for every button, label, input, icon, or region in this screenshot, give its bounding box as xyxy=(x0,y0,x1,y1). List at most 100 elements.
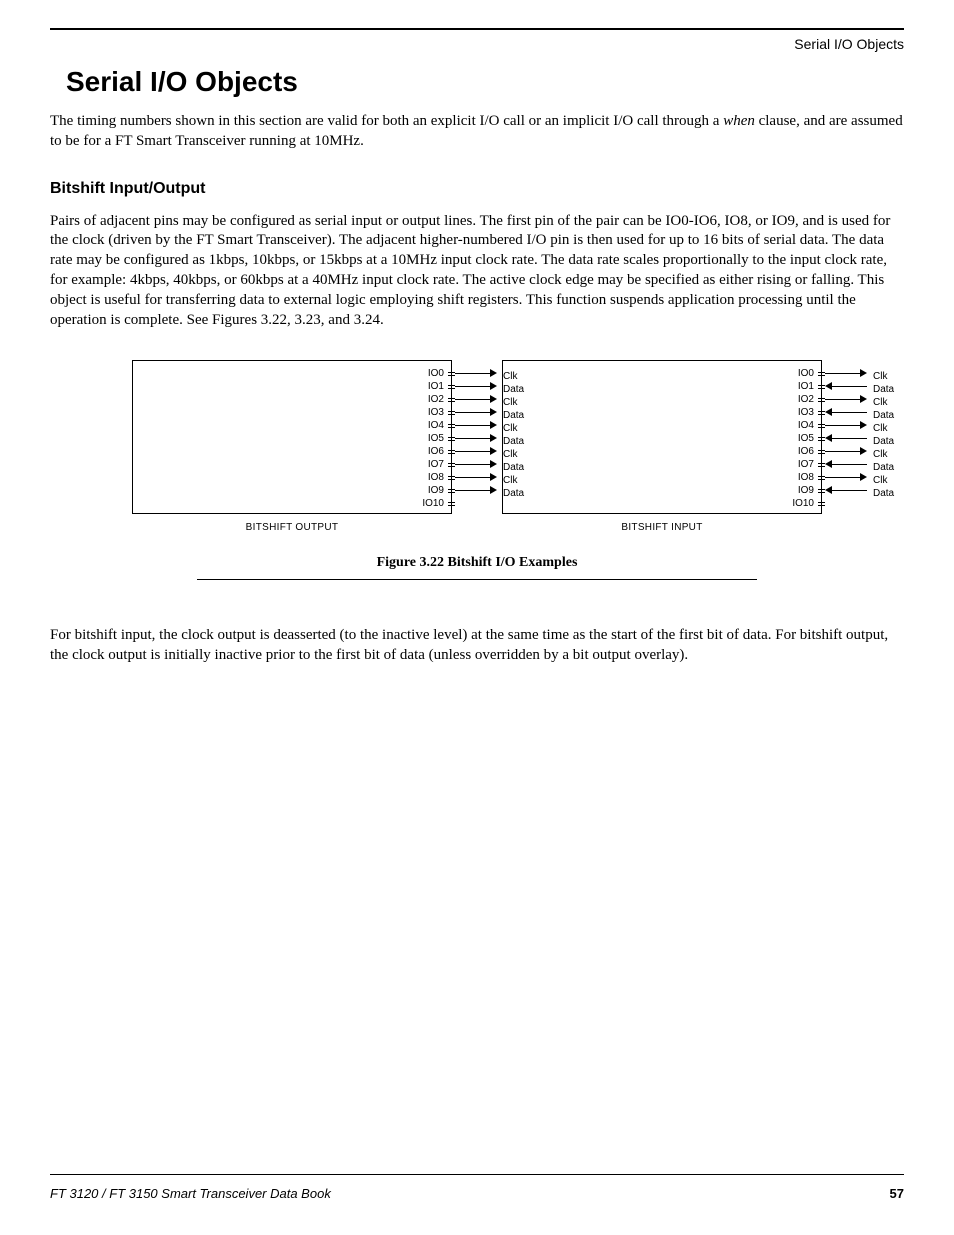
footer-book-title: FT 3120 / FT 3150 Smart Transceiver Data… xyxy=(50,1186,331,1201)
pin-label: IO9 xyxy=(784,485,814,496)
pin-tick: Clk xyxy=(448,450,455,454)
pin-label: IO4 xyxy=(414,420,444,431)
arrow-left-icon xyxy=(825,432,867,445)
pin-label: IO0 xyxy=(784,368,814,379)
arrow-right-icon xyxy=(455,406,497,419)
pin-label: IO3 xyxy=(414,407,444,418)
pin-label: IO10 xyxy=(414,498,444,509)
arrow-right-icon xyxy=(455,393,497,406)
pin-label: IO6 xyxy=(784,446,814,457)
pin-tick: Clk xyxy=(818,476,825,480)
pin-tick: Data xyxy=(448,411,455,415)
arrow-right-icon xyxy=(455,419,497,432)
pin-row: IO0 Clk xyxy=(784,367,825,380)
pin-tick: Clk xyxy=(818,424,825,428)
pin-tick xyxy=(818,502,825,506)
pin-label: IO7 xyxy=(414,459,444,470)
pin-label: IO8 xyxy=(414,472,444,483)
pin-row: IO7 Data xyxy=(414,458,455,471)
arrow-right-icon xyxy=(455,484,497,497)
arrow-right-icon xyxy=(825,419,867,432)
bitshift-input-caption: BITSHIFT INPUT xyxy=(502,522,822,533)
pin-row: IO7 Data xyxy=(784,458,825,471)
pin-label: IO7 xyxy=(784,459,814,470)
pin-tick: Clk xyxy=(448,372,455,376)
arrow-left-icon xyxy=(825,484,867,497)
pin-row: IO3 Data xyxy=(784,406,825,419)
pin-tick xyxy=(448,502,455,506)
figure-3-22: IO0ClkIO1DataIO2ClkIO3DataIO4ClkIO5DataI… xyxy=(132,360,822,580)
pin-row: IO9 Data xyxy=(784,484,825,497)
signal-label: Data xyxy=(503,488,524,499)
pin-row: IO1 Data xyxy=(784,380,825,393)
pin-tick: Data xyxy=(448,437,455,441)
page-number: 57 xyxy=(890,1186,904,1201)
pin-row: IO0 Clk xyxy=(414,367,455,380)
pin-label: IO1 xyxy=(414,381,444,392)
arrow-left-icon xyxy=(825,458,867,471)
pin-row: IO2 Clk xyxy=(784,393,825,406)
pin-tick: Data xyxy=(818,385,825,389)
pin-tick: Data xyxy=(818,489,825,493)
pin-label: IO0 xyxy=(414,368,444,379)
pin-row: IO4 Clk xyxy=(784,419,825,432)
arrow-right-icon xyxy=(455,445,497,458)
arrow-left-icon xyxy=(825,380,867,393)
bitshift-description: Pairs of adjacent pins may be configured… xyxy=(50,212,904,331)
running-head: Serial I/O Objects xyxy=(50,36,904,52)
pin-tick: Data xyxy=(818,437,825,441)
figure-caption: Figure 3.22 Bitshift I/O Examples xyxy=(132,555,822,571)
arrow-right-icon xyxy=(455,458,497,471)
section-title: Serial I/O Objects xyxy=(66,66,904,98)
pin-label: IO8 xyxy=(784,472,814,483)
pin-row: IO1 Data xyxy=(414,380,455,393)
pin-tick: Clk xyxy=(448,424,455,428)
pin-row: IO10 xyxy=(784,497,825,510)
arrow-right-icon xyxy=(455,432,497,445)
bitshift-output-caption: BITSHIFT OUTPUT xyxy=(132,522,452,533)
pin-label: IO6 xyxy=(414,446,444,457)
pin-tick: Data xyxy=(818,463,825,467)
pin-label: IO3 xyxy=(784,407,814,418)
intro-text-pre: The timing numbers shown in this section… xyxy=(50,113,723,129)
pin-tick: Data xyxy=(448,463,455,467)
pin-label: IO1 xyxy=(784,381,814,392)
arrow-right-icon xyxy=(455,380,497,393)
pin-row: IO10 xyxy=(414,497,455,510)
pin-row: IO9Data xyxy=(414,484,455,497)
signal-label: Data xyxy=(873,488,894,499)
pin-tick: Clk xyxy=(818,372,825,376)
bitshift-output-block: IO0ClkIO1DataIO2ClkIO3DataIO4ClkIO5DataI… xyxy=(132,360,452,533)
arrow-right-icon xyxy=(825,445,867,458)
arrow-right-icon xyxy=(455,367,497,380)
arrow-right-icon xyxy=(825,393,867,406)
subsection-heading: Bitshift Input/Output xyxy=(50,180,904,198)
pin-row: IO8 Clk xyxy=(414,471,455,484)
intro-when-emphasis: when xyxy=(723,113,755,129)
pin-tick: Clk xyxy=(818,398,825,402)
pin-label: IO4 xyxy=(784,420,814,431)
pin-row: IO8 Clk xyxy=(784,471,825,484)
bitshift-clock-note: For bitshift input, the clock output is … xyxy=(50,626,904,666)
top-rule xyxy=(50,28,904,30)
pin-row: IO6 Clk xyxy=(414,445,455,458)
pin-tick: Clk xyxy=(448,398,455,402)
pin-row: IO3 Data xyxy=(414,406,455,419)
page-footer: FT 3120 / FT 3150 Smart Transceiver Data… xyxy=(50,1186,904,1201)
pin-tick: Data xyxy=(818,411,825,415)
pin-tick: Data xyxy=(448,385,455,389)
arrow-right-icon xyxy=(455,471,497,484)
pin-tick: Clk xyxy=(448,476,455,480)
pin-tick: Clk xyxy=(818,450,825,454)
pin-label: IO2 xyxy=(784,394,814,405)
pin-row: IO2Clk xyxy=(414,393,455,406)
arrow-right-icon xyxy=(825,367,867,380)
pin-label: IO5 xyxy=(784,433,814,444)
pin-row: IO5Data xyxy=(414,432,455,445)
pin-row: IO5 Data xyxy=(784,432,825,445)
pin-row: IO4 Clk xyxy=(414,419,455,432)
pin-label: IO10 xyxy=(784,498,814,509)
arrow-right-icon xyxy=(825,471,867,484)
figure-rule xyxy=(197,579,757,580)
footer-rule xyxy=(50,1174,904,1175)
